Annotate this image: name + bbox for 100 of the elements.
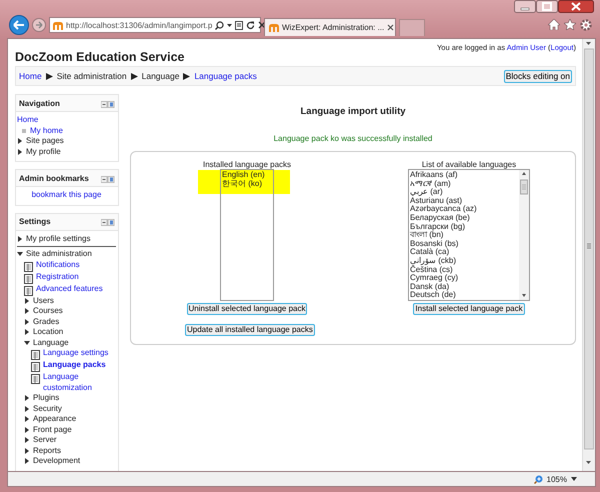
admin-page-link[interactable]: Language packs	[43, 360, 106, 370]
zoom-icon[interactable]	[534, 474, 543, 484]
tree-node[interactable]: Users	[33, 296, 54, 306]
home-icon[interactable]	[548, 19, 560, 30]
page-icon	[31, 374, 40, 384]
list-option[interactable]: Беларуская (be)	[410, 214, 518, 223]
breadcrumb-separator-icon	[46, 72, 53, 80]
list-option[interactable]: Български (bg)	[410, 222, 518, 232]
page-icon	[31, 350, 40, 360]
list-option[interactable]: 한국어 (ko)	[222, 180, 265, 188]
blocks-editing-button[interactable]: Blocks editing on	[504, 70, 572, 82]
site-title: DocZoom Education Service	[15, 50, 184, 65]
page-icon	[24, 262, 33, 272]
list-option[interactable]: አማርኛ (am)	[410, 180, 518, 188]
nav-link[interactable]: My home	[30, 126, 63, 136]
list-option[interactable]: Cymraeg (cy)	[410, 274, 518, 283]
tree-node[interactable]: My profile settings	[26, 234, 90, 244]
tree-node[interactable]: Courses	[33, 306, 63, 316]
breadcrumb-link[interactable]: Home	[19, 71, 42, 81]
collapsed-arrow-icon[interactable]	[24, 318, 30, 324]
collapsed-arrow-icon[interactable]	[17, 138, 23, 144]
zoom-level[interactable]: 105%	[546, 474, 567, 484]
page-icon	[24, 286, 33, 296]
expanded-arrow-icon[interactable]	[24, 340, 30, 346]
bullet-icon	[21, 128, 27, 134]
update-all-button[interactable]: Update all installed language packs	[185, 324, 315, 336]
page-icon	[24, 274, 33, 284]
admin-page-link[interactable]: Notifications	[36, 260, 80, 270]
list-option[interactable]: عربي (ar)	[410, 188, 518, 197]
star-icon[interactable]	[564, 19, 576, 30]
tree-node[interactable]: Language	[33, 338, 69, 348]
tree-node[interactable]: Appearance	[33, 414, 76, 424]
list-option[interactable]: Čeština (cs)	[410, 266, 518, 274]
tree-node[interactable]: Grades	[33, 316, 60, 327]
collapsed-arrow-icon[interactable]	[24, 437, 30, 443]
collapsed-arrow-icon[interactable]	[24, 298, 30, 304]
collapsed-arrow-icon[interactable]	[24, 426, 30, 432]
expanded-arrow-icon[interactable]	[17, 251, 23, 257]
collapsed-arrow-icon[interactable]	[24, 458, 30, 464]
site-logo-icon	[53, 20, 63, 30]
page-heading: Language import utility	[300, 106, 406, 117]
block-controls-icon[interactable]	[101, 100, 115, 108]
collapsed-arrow-icon[interactable]	[17, 148, 23, 154]
collapsed-arrow-icon[interactable]	[24, 308, 30, 314]
collapsed-arrow-icon[interactable]	[24, 395, 30, 401]
tree-node[interactable]: Plugins	[33, 393, 60, 404]
list-option[interactable]: Azərbaycanca (az)	[410, 205, 518, 214]
compatibility-view-icon[interactable]	[235, 20, 244, 30]
address-bar[interactable]: http://localhost:31306/admin/langimport.p	[49, 17, 261, 33]
list-option[interactable]: Dansk (da)	[410, 282, 518, 292]
tree-node[interactable]: Development	[33, 456, 80, 466]
stop-icon[interactable]	[258, 21, 266, 29]
tab-close-icon[interactable]	[387, 24, 394, 31]
block-controls-icon[interactable]	[101, 176, 115, 182]
dropdown-caret-icon[interactable]	[227, 24, 232, 26]
admin-page-link[interactable]: Language settings	[43, 348, 108, 358]
collapsed-arrow-icon[interactable]	[24, 329, 30, 335]
block-title: Settings	[19, 217, 51, 226]
admin-page-link[interactable]: Advanced features	[36, 284, 103, 294]
tree-node[interactable]: Site administration	[26, 249, 92, 260]
tree-node[interactable]: Security	[33, 404, 62, 414]
success-message: Language pack ko was successfully installed	[274, 134, 432, 143]
tree-node[interactable]: Front page	[33, 424, 72, 435]
close-icon[interactable]	[558, 0, 594, 13]
dropdown-caret-icon[interactable]	[571, 477, 577, 481]
list-option[interactable]: English (en)	[222, 171, 265, 180]
tree-node[interactable]: Reports	[33, 446, 62, 456]
list-option[interactable]: Català (ca)	[410, 248, 518, 257]
settings-icon[interactable]	[580, 19, 592, 31]
uninstall-button[interactable]: Uninstall selected language pack	[186, 303, 308, 315]
tree-node[interactable]: Site pages	[26, 136, 64, 146]
list-option[interactable]: Bosanski (bs)	[410, 240, 518, 248]
admin-page-link[interactable]: Language customization	[43, 372, 116, 393]
refresh-icon[interactable]	[246, 20, 256, 30]
nav-link[interactable]: Home	[17, 115, 38, 126]
installed-languages-list[interactable]: English (en) 한국어 (ko)	[220, 169, 274, 301]
list-option[interactable]: বাংলা (bn)	[410, 231, 518, 240]
collapsed-arrow-icon[interactable]	[24, 416, 30, 422]
breadcrumb-link[interactable]: Language packs	[194, 71, 257, 81]
tree-node[interactable]: My profile	[26, 146, 61, 157]
collapsed-arrow-icon[interactable]	[17, 236, 23, 242]
tree-node[interactable]: Server	[33, 435, 57, 446]
browser-tab[interactable]: WizExpert: Administration: ...	[264, 18, 396, 36]
url-text: http://localhost:31306/admin/langimport.p	[66, 20, 212, 30]
list-option[interactable]: Deutsch (de)	[410, 291, 518, 300]
list-option[interactable]: سۆرانی (ckb)	[410, 256, 518, 266]
minimize-icon[interactable]	[514, 0, 536, 13]
search-icon[interactable]	[215, 20, 224, 30]
admin-page-link[interactable]: Registration	[36, 272, 79, 282]
page-icon	[31, 362, 40, 372]
list-option[interactable]: Asturianu (ast)	[410, 196, 518, 206]
collapsed-arrow-icon[interactable]	[24, 406, 30, 412]
tree-node[interactable]: Location	[33, 327, 64, 338]
block-controls-icon[interactable]	[101, 219, 115, 226]
maximize-icon[interactable]	[536, 0, 558, 13]
bookmark-link[interactable]: bookmark this page	[32, 190, 102, 200]
install-button[interactable]: Install selected language pack	[413, 303, 525, 315]
breadcrumb-separator-icon	[183, 72, 190, 80]
collapsed-arrow-icon[interactable]	[24, 448, 30, 454]
list-option[interactable]: Afrikaans (af)	[410, 171, 518, 180]
